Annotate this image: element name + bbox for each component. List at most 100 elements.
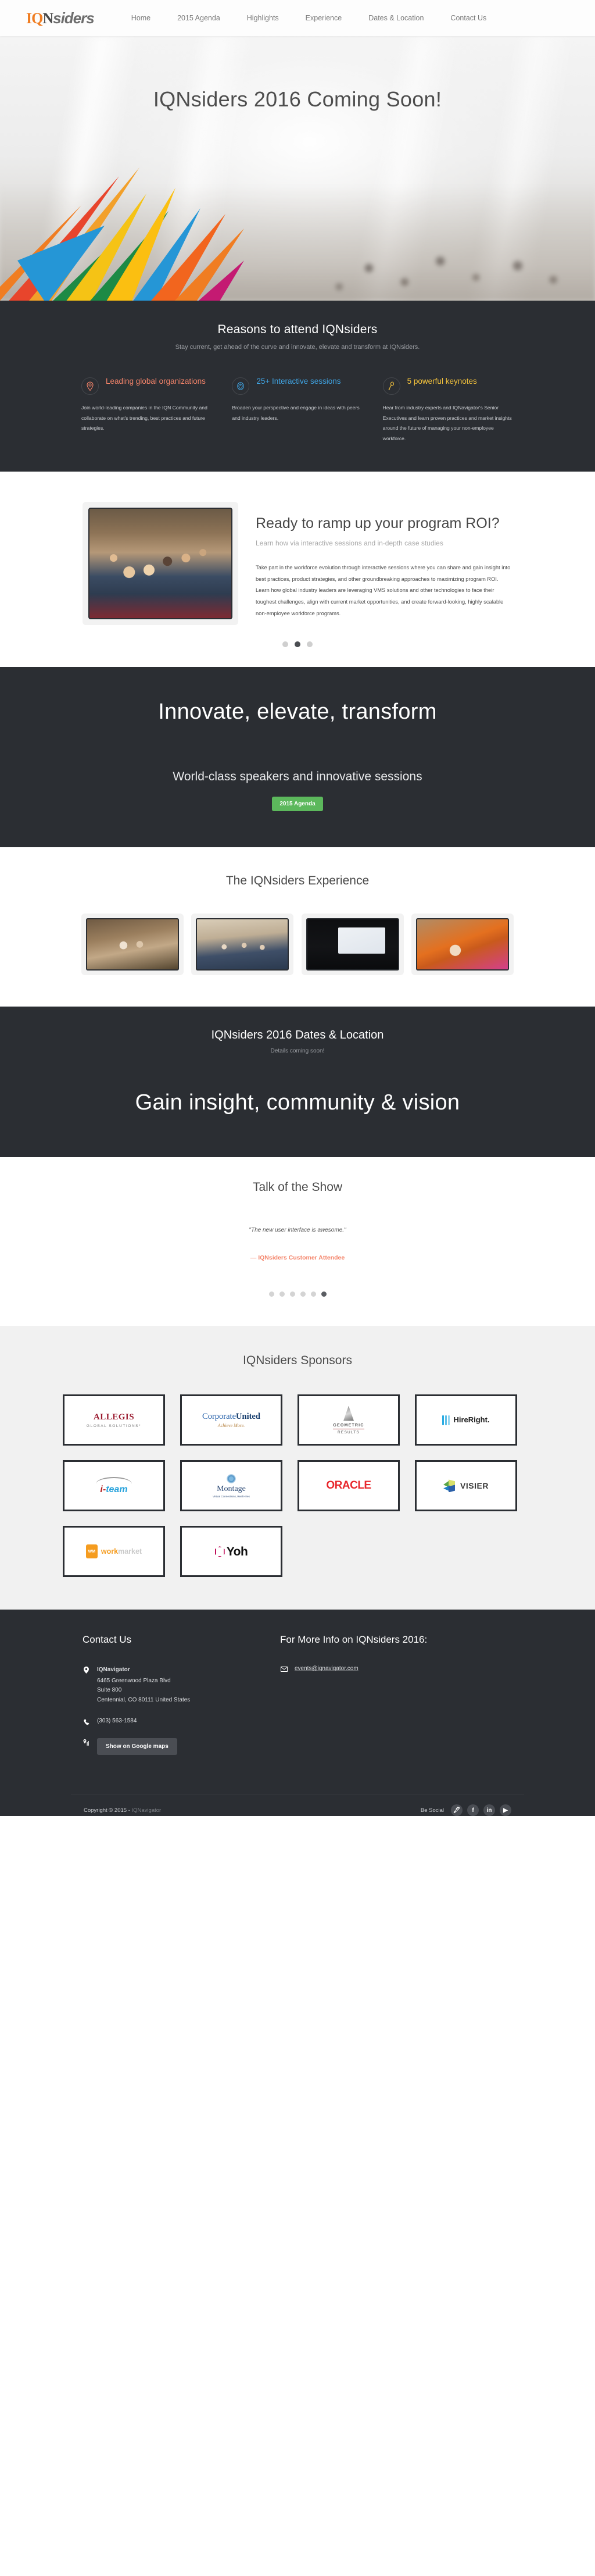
sponsor-logo-visier[interactable]: VISIER — [415, 1460, 517, 1512]
logo-siders: siders — [53, 9, 95, 27]
footer-more-info-title: For More Info on IQNsiders 2016: — [280, 1634, 428, 1646]
yoh-hexagon-icon — [214, 1546, 225, 1557]
experience-photo-card[interactable] — [191, 914, 294, 976]
brand-rays-graphic — [0, 167, 244, 301]
sponsor-tagline: Achieve More. — [217, 1422, 245, 1428]
reason-title: 25+ Interactive sessions — [256, 377, 341, 386]
social-label: Be Social — [420, 1807, 444, 1814]
sponsor-name-b: team — [106, 1485, 128, 1495]
sponsor-name: ORACLE — [326, 1479, 371, 1492]
page-root: IQNsiders Home 2015 Agenda Highlights Ex… — [0, 0, 595, 1817]
carousel-dot[interactable] — [310, 1291, 316, 1297]
map-pin-icon — [83, 1665, 90, 1674]
reason-card-leading-global-organizations: Leading global organizations Join world-… — [81, 376, 212, 444]
nav-item-experience[interactable]: Experience — [306, 14, 342, 22]
workmarket-mark-icon: WM — [85, 1544, 98, 1559]
sponsor-logo-work-market[interactable]: WM workmarket — [63, 1526, 165, 1578]
nav-item-contact-us[interactable]: Contact Us — [450, 14, 486, 22]
footer-contact-column: Contact Us IQNavigator 6465 Greenwood Pl… — [83, 1634, 257, 1768]
nav-item-dates-location[interactable]: Dates & Location — [368, 14, 424, 22]
roi-carousel-dots — [71, 641, 524, 648]
reason-title: Leading global organizations — [106, 377, 206, 386]
dates-location-section: IQNsiders 2016 Dates & Location Details … — [0, 1007, 595, 1158]
keynote-speaker-photo — [306, 918, 399, 971]
footer-copyright-bar: Copyright © 2015 - IQNavigator Be Social… — [71, 1794, 524, 1817]
carousel-dot[interactable] — [282, 641, 288, 648]
contact-email-link[interactable]: events@iqnavigator.com — [295, 1665, 359, 1672]
footer-company-name: IQNavigator — [97, 1667, 130, 1674]
conference-audience-photo — [88, 508, 232, 620]
experience-photo-card[interactable] — [81, 914, 184, 976]
logo-iq: IQ — [26, 9, 43, 27]
dates-title: IQNsiders 2016 Dates & Location — [211, 1029, 384, 1042]
agenda-button[interactable]: 2015 Agenda — [272, 797, 323, 812]
testimonials-section: Talk of the Show "The new user interface… — [0, 1157, 595, 1326]
testimonials-title: Talk of the Show — [252, 1180, 343, 1194]
visier-mark-icon — [443, 1479, 456, 1493]
footer-phone[interactable]: (303) 563-1584 — [97, 1718, 137, 1724]
sponsor-logo-hireright[interactable]: HireRight. — [415, 1394, 517, 1446]
site-logo[interactable]: IQNsiders — [26, 9, 95, 27]
testimonial-author: — IQNsiders Customer Attendee — [250, 1254, 345, 1262]
show-on-google-maps-button[interactable]: Show on Google maps — [97, 1738, 177, 1756]
sponsors-grid: ALLEGIS GLOBAL SOLUTIONS* CorporateUnite… — [0, 1394, 595, 1578]
sponsor-name-a: i- — [100, 1485, 106, 1495]
microphone-icon — [388, 381, 395, 390]
sponsor-logo-yoh[interactable]: Yoh — [180, 1526, 282, 1578]
reason-body: Broaden your perspective and engage in i… — [232, 405, 360, 421]
reason-body: Join world-leading companies in the IQN … — [81, 405, 207, 431]
facebook-icon[interactable]: f — [467, 1804, 479, 1817]
footer-address: IQNavigator 6465 Greenwood Plaza Blvd Sui… — [97, 1665, 190, 1705]
twitter-icon[interactable]: 🖋 — [451, 1804, 463, 1817]
experience-gallery — [71, 914, 524, 976]
sponsor-tagline: RESULTS — [338, 1430, 360, 1435]
carousel-dot[interactable] — [268, 1291, 274, 1297]
experience-photo-card[interactable] — [301, 914, 404, 976]
experience-section: The IQNsiders Experience — [0, 847, 595, 1007]
reason-title: 5 powerful keynotes — [407, 377, 477, 386]
target-icon — [237, 382, 245, 390]
highlights-headline: Innovate, elevate, transform — [158, 700, 437, 725]
sponsor-logo-corporate-united[interactable]: CorporateUnited Achieve More. — [180, 1394, 282, 1446]
sponsor-logo-oracle[interactable]: ORACLE — [298, 1460, 400, 1512]
experience-photo-card[interactable] — [411, 914, 514, 976]
testimonial-carousel-dots — [71, 1291, 524, 1297]
experience-title: The IQNsiders Experience — [225, 874, 370, 888]
sponsor-name: HireRight. — [453, 1415, 490, 1425]
nav-item-home[interactable]: Home — [131, 14, 150, 22]
reason-card-25-interactive-sessions: 25+ Interactive sessions Broaden your pe… — [232, 376, 363, 444]
sponsor-logo-geometric-results[interactable]: GEOMETRIC RESULTS — [298, 1394, 400, 1446]
footer-address-lines: 6465 Greenwood Plaza Blvd Suite 800 Centen… — [97, 1677, 191, 1703]
roi-lead: Learn how via interactive sessions and i… — [256, 539, 443, 548]
reason-icon-wrap — [81, 377, 99, 395]
sponsor-logo-allegis[interactable]: ALLEGIS GLOBAL SOLUTIONS* — [63, 1394, 165, 1446]
carousel-dot[interactable] — [279, 1291, 285, 1297]
map-pin-icon — [87, 381, 94, 391]
site-footer: Contact Us IQNavigator 6465 Greenwood Pl… — [0, 1610, 595, 1817]
copyright-prefix: Copyright © 2015 - — [84, 1807, 132, 1814]
sponsor-name-b: market — [118, 1547, 142, 1555]
logo-n: N — [42, 9, 53, 27]
carousel-dot-active[interactable] — [295, 641, 300, 648]
conference-audience-photo — [196, 918, 289, 971]
roi-body: Take part in the workforce evolution thr… — [256, 565, 511, 616]
carousel-dot[interactable] — [289, 1291, 295, 1297]
linkedin-icon[interactable]: in — [483, 1804, 495, 1817]
sponsor-name: GEOMETRIC — [333, 1423, 364, 1430]
youtube-icon[interactable]: ▶ — [500, 1804, 511, 1817]
carousel-dot[interactable] — [307, 641, 313, 648]
carousel-dot[interactable] — [300, 1291, 306, 1297]
hero-section: IQNsiders 2016 Coming Soon! — [0, 36, 595, 301]
nav-item-2015-agenda[interactable]: 2015 Agenda — [177, 14, 220, 22]
phone-icon — [83, 1718, 90, 1725]
sponsor-logo-i-team[interactable]: i-team — [63, 1460, 165, 1512]
reasons-subtitle: Stay current, get ahead of the curve and… — [175, 344, 420, 351]
envelope-icon — [280, 1665, 288, 1672]
footer-contact-title: Contact Us — [83, 1634, 132, 1646]
sponsor-logo-montage[interactable]: Montage Virtual Connections, Real Hires — [180, 1460, 282, 1512]
nav-item-highlights[interactable]: Highlights — [247, 14, 279, 22]
dates-subtitle: Details coming soon! — [270, 1048, 325, 1055]
carousel-dot-active[interactable] — [321, 1291, 327, 1297]
attendees-celebrating-photo — [86, 918, 179, 971]
roi-section: Ready to ramp up your program ROI? Learn… — [0, 472, 595, 668]
